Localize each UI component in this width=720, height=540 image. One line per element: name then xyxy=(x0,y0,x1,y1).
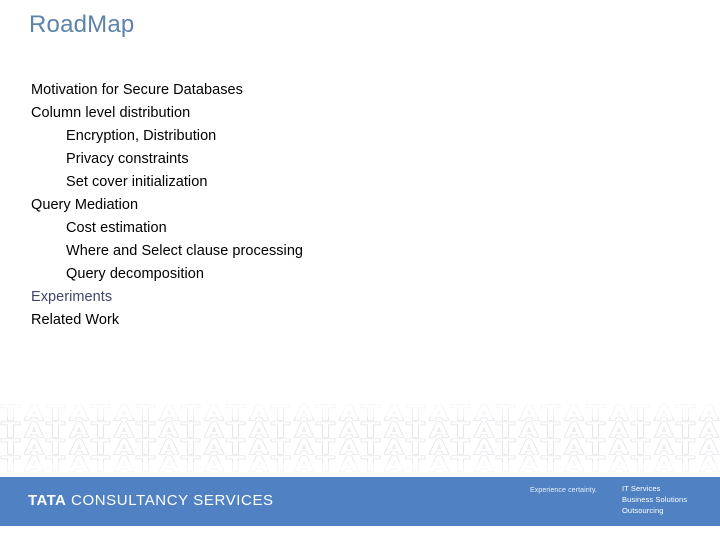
outline-item: Where and Select clause processing xyxy=(66,243,304,259)
outline-item: Query Mediation xyxy=(31,197,139,213)
tcs-logo-name: CONSULTANCY SERVICES xyxy=(71,492,274,509)
outline-item: Set cover initialization xyxy=(66,174,208,190)
outline-item: Experiments xyxy=(31,289,113,305)
outline-item: Motivation for Secure Databases xyxy=(31,82,243,98)
outline-item: Cost estimation xyxy=(66,220,167,236)
slide-canvas: RoadMap Motivation for Secure Databases C… xyxy=(0,0,720,540)
outline-item: Column level distribution xyxy=(31,105,191,121)
tcs-logo: TATA CONSULTANCY SERVICES xyxy=(28,491,274,511)
footer-service-item: IT Services xyxy=(622,484,661,493)
outline-item: Privacy constraints xyxy=(66,151,189,167)
outline-list: Motivation for Secure Databases Column le… xyxy=(31,79,651,332)
tata-watermark-pattern xyxy=(0,404,720,472)
tcs-logo-brand: TATA xyxy=(28,492,67,509)
footer-brand-bar: TATA CONSULTANCY SERVICES Experience cer… xyxy=(0,477,720,526)
footer-services-list: IT Services Business Solutions Outsourci… xyxy=(622,483,687,516)
footer-tagline: Experience certainty. xyxy=(530,487,597,494)
outline-item: Related Work xyxy=(31,312,120,328)
footer-service-item: Business Solutions xyxy=(622,495,688,504)
outline-item: Encryption, Distribution xyxy=(66,128,217,144)
footer-service-item: Outsourcing xyxy=(622,506,664,515)
outline-item: Query decomposition xyxy=(66,266,204,282)
page-title: RoadMap xyxy=(29,11,135,38)
